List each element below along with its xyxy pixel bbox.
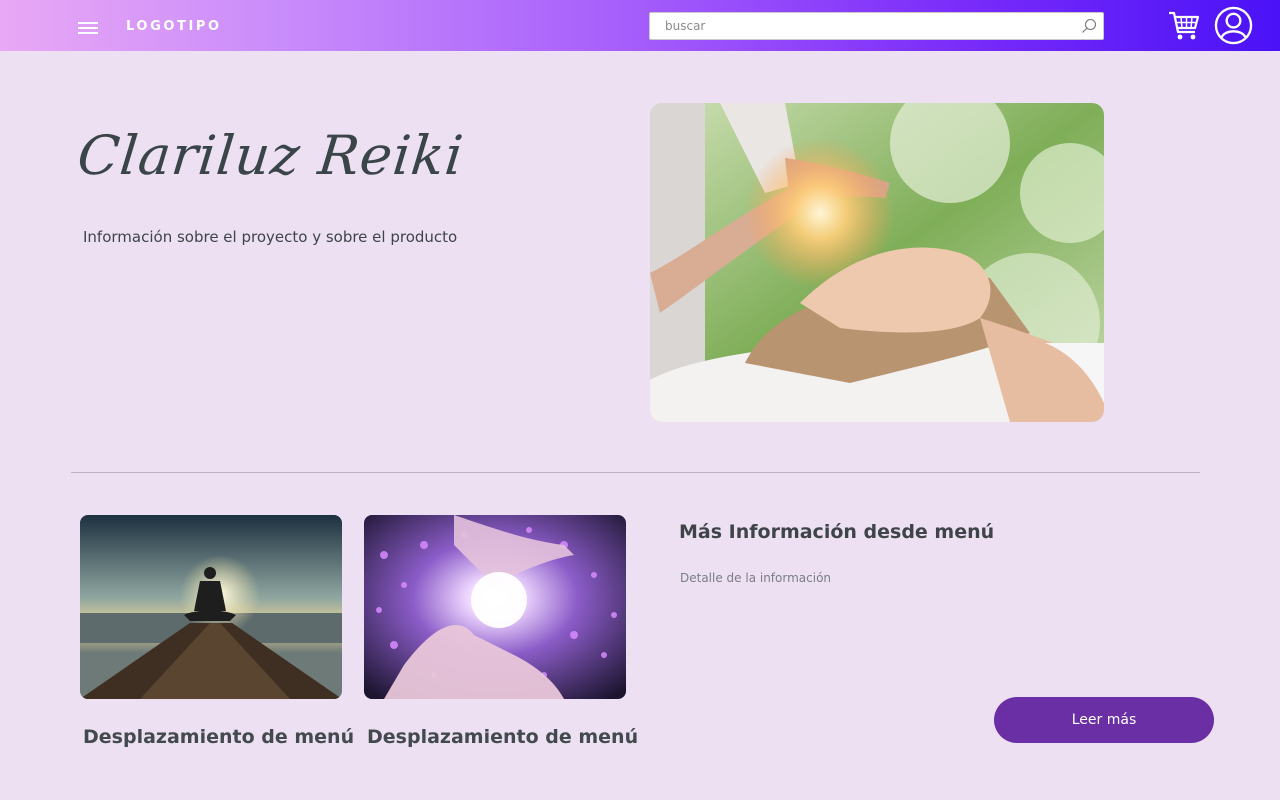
logo[interactable]: LOGOTIPO bbox=[126, 19, 222, 34]
info-detail: Detalle de la información bbox=[680, 571, 832, 585]
card-image-energy-hands[interactable] bbox=[364, 515, 626, 699]
card-title-1[interactable]: Desplazamiento de menú bbox=[83, 726, 354, 748]
user-account-icon[interactable] bbox=[1214, 6, 1253, 45]
search-input[interactable] bbox=[650, 13, 1070, 39]
hero-title: Clariluz Reiki bbox=[74, 124, 467, 187]
info-title: Más Información desde menú bbox=[679, 521, 995, 543]
hero-description: Información sobre el proyecto y sobre el… bbox=[83, 228, 458, 246]
top-navigation-bar: LOGOTIPO bbox=[0, 0, 1280, 51]
card-image-meditation[interactable] bbox=[80, 515, 342, 699]
read-more-button[interactable]: Leer más bbox=[994, 697, 1214, 743]
reiki-photo bbox=[650, 103, 1104, 422]
search-box bbox=[649, 12, 1104, 40]
menu-icon[interactable] bbox=[78, 22, 98, 34]
hero-image bbox=[650, 103, 1104, 422]
card-title-2[interactable]: Desplazamiento de menú bbox=[367, 726, 638, 748]
section-divider bbox=[71, 472, 1200, 473]
search-icon[interactable] bbox=[1081, 18, 1097, 34]
meditation-photo bbox=[80, 515, 342, 699]
energy-hands-photo bbox=[364, 515, 626, 699]
cart-icon[interactable] bbox=[1167, 8, 1201, 42]
